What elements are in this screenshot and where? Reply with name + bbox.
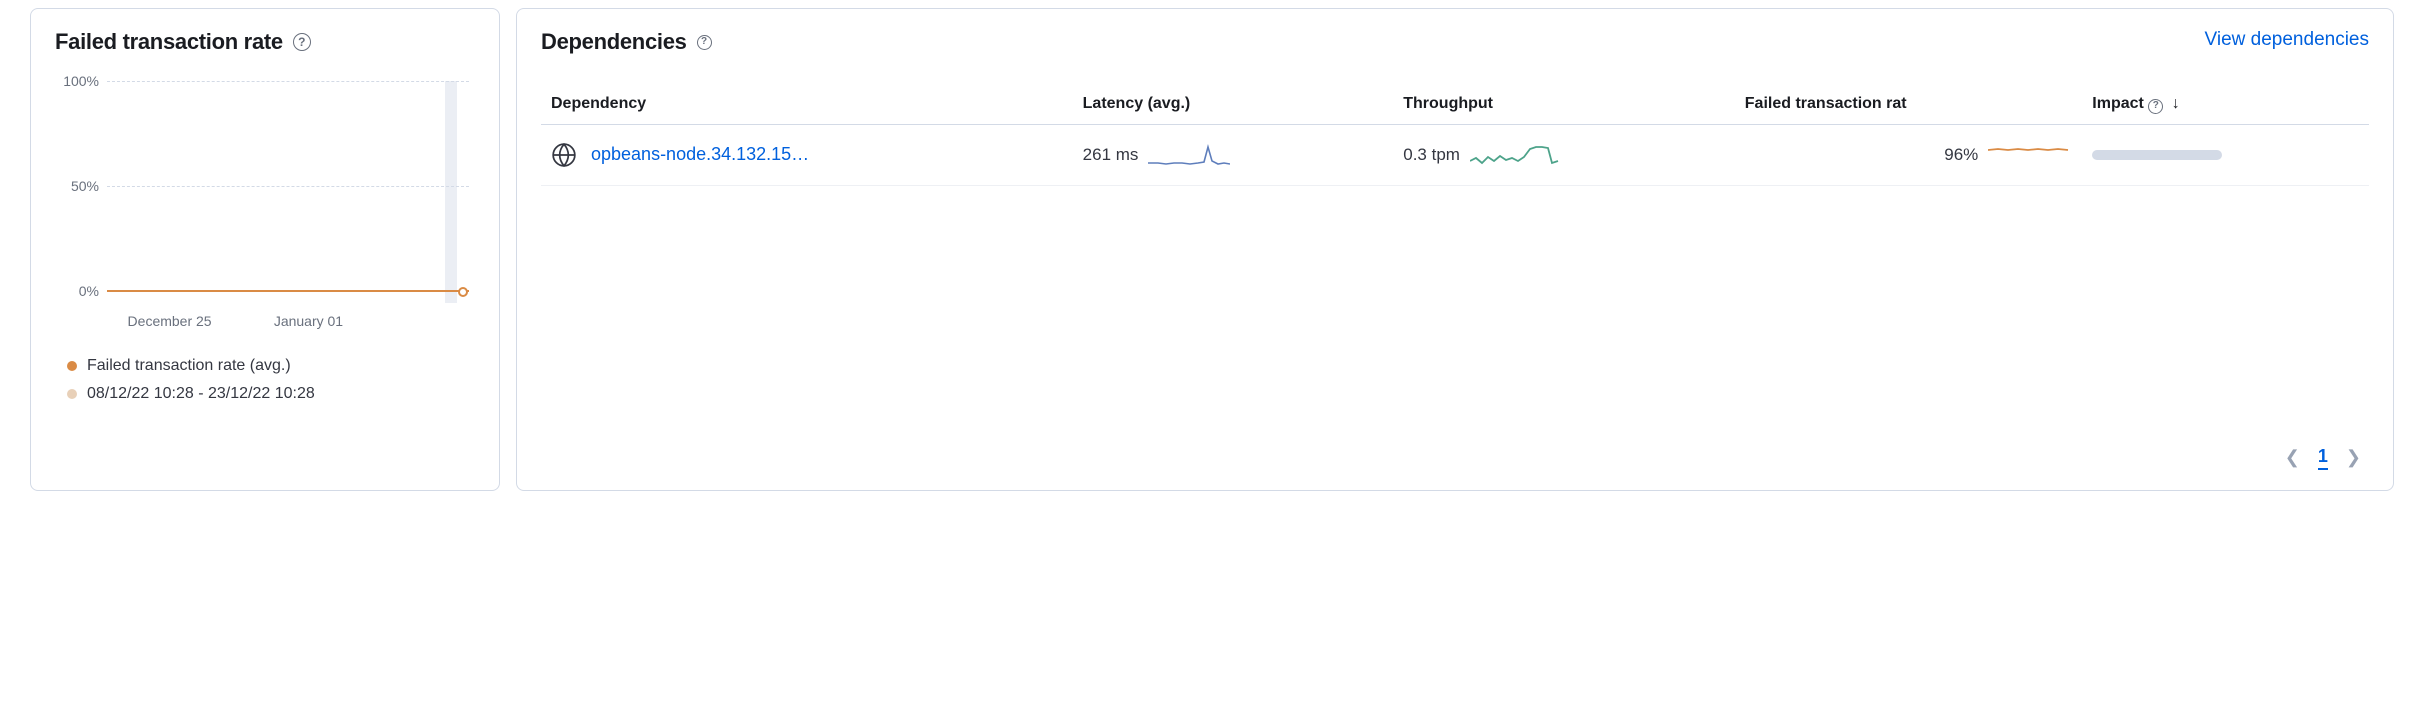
dependency-cell: opbeans-node.34.132.15… [551, 142, 1063, 168]
help-icon[interactable]: ? [697, 35, 712, 50]
globe-icon [551, 142, 577, 168]
latency-cell: 261 ms [1083, 141, 1384, 169]
table-row: opbeans-node.34.132.15… 261 ms 0.3 tpm [541, 124, 2369, 185]
legend-swatch-icon [67, 361, 77, 371]
help-icon[interactable]: ? [293, 33, 311, 51]
y-tick-50: 50% [55, 178, 99, 194]
pagination-next-icon[interactable]: ❯ [2346, 447, 2361, 468]
panel-title: Dependencies [541, 29, 687, 55]
legend-label: 08/12/22 10:28 - 23/12/22 10:28 [87, 385, 315, 403]
sort-descending-icon[interactable]: ↓ [2172, 95, 2180, 112]
dependency-link[interactable]: opbeans-node.34.132.15… [591, 144, 809, 165]
col-throughput[interactable]: Throughput [1393, 87, 1735, 124]
help-icon[interactable]: ? [2148, 99, 2163, 114]
x-axis: December 25 January 01 [107, 313, 469, 333]
right-header: Dependencies ? View dependencies [541, 29, 2369, 73]
pagination-prev-icon[interactable]: ❮ [2285, 447, 2300, 468]
panel-title-row: Dependencies ? [541, 29, 712, 55]
chart-legend: Failed transaction rate (avg.) 08/12/22 … [55, 357, 475, 403]
col-latency[interactable]: Latency (avg.) [1073, 87, 1394, 124]
chart-highlight-band [445, 81, 457, 303]
chart-data-line [107, 290, 469, 292]
view-dependencies-link[interactable]: View dependencies [2205, 29, 2369, 51]
throughput-cell: 0.3 tpm [1403, 141, 1725, 169]
x-tick-dec25: December 25 [128, 313, 212, 329]
col-dependency[interactable]: Dependency [541, 87, 1073, 124]
failed-cell: 96% [1745, 145, 2073, 165]
legend-swatch-icon [67, 389, 77, 399]
y-tick-100: 100% [55, 73, 99, 89]
x-tick-jan01: January 01 [274, 313, 343, 329]
dependencies-panel: Dependencies ? View dependencies Depende… [516, 8, 2394, 491]
y-tick-0: 0% [55, 283, 99, 299]
legend-item-compare[interactable]: 08/12/22 10:28 - 23/12/22 10:28 [67, 385, 475, 403]
impact-bar [2092, 150, 2222, 160]
pagination-page-1[interactable]: 1 [2318, 446, 2328, 470]
chart-end-marker [458, 287, 468, 297]
col-failed[interactable]: Failed transaction rat [1735, 87, 2083, 124]
failed-value: 96% [1944, 145, 1978, 165]
dependencies-table: Dependency Latency (avg.) Throughput Fai… [541, 87, 2369, 186]
throughput-sparkline [1470, 141, 1562, 169]
latency-value: 261 ms [1083, 145, 1139, 165]
col-impact-label: Impact [2092, 95, 2144, 112]
plot-zone [107, 81, 469, 303]
pagination: ❮ 1 ❯ [541, 446, 2369, 470]
panel-title: Failed transaction rate [55, 29, 283, 55]
latency-sparkline [1148, 141, 1230, 169]
legend-label: Failed transaction rate (avg.) [87, 357, 291, 375]
failed-sparkline [1988, 145, 2072, 165]
failed-transaction-rate-panel: Failed transaction rate ? 100% 50% 0% De… [30, 8, 500, 491]
throughput-value: 0.3 tpm [1403, 145, 1460, 165]
failed-rate-chart[interactable]: 100% 50% 0% December 25 January 01 [55, 73, 475, 333]
panel-title-row: Failed transaction rate ? [55, 29, 475, 55]
legend-item-avg[interactable]: Failed transaction rate (avg.) [67, 357, 475, 375]
col-impact[interactable]: Impact ? ↓ [2082, 87, 2369, 124]
